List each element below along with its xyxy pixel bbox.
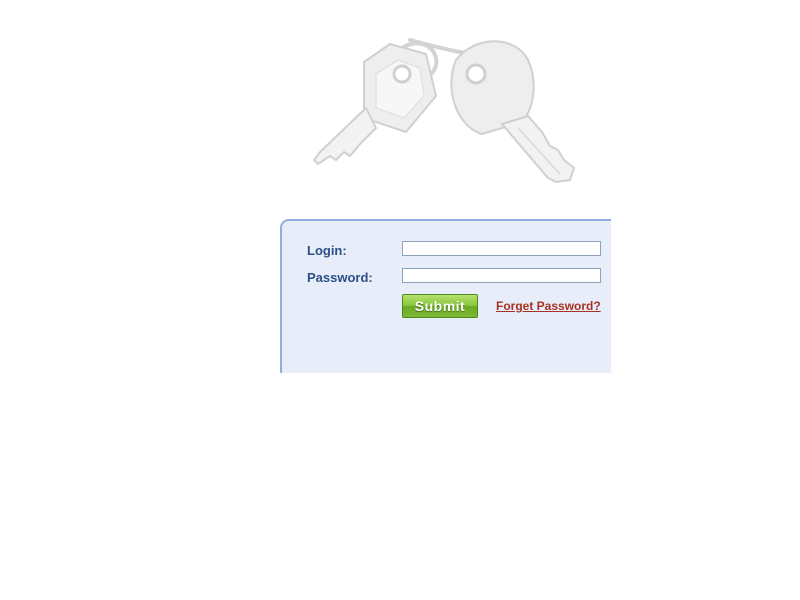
submit-button[interactable]: Submit [402, 294, 478, 318]
login-page: Login: Password: Submit Forget Password? [0, 0, 800, 600]
password-label: Password: [307, 270, 373, 285]
forget-password-link[interactable]: Forget Password? [496, 299, 601, 313]
login-input[interactable] [402, 241, 601, 256]
keys-icon [312, 38, 576, 184]
login-label: Login: [307, 243, 347, 258]
password-input[interactable] [402, 268, 601, 283]
login-panel: Login: Password: Submit Forget Password? [280, 219, 611, 373]
